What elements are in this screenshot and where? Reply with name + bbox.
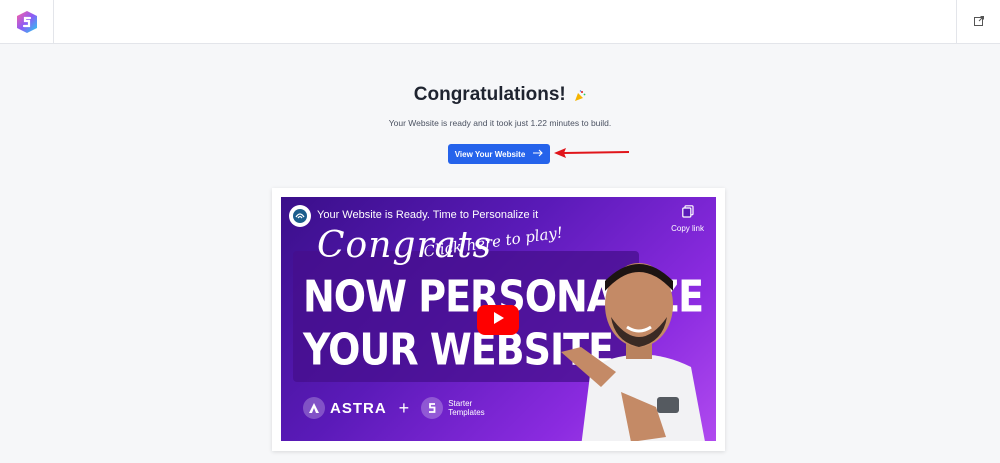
starter-templates-brand-text: Starter Templates: [448, 399, 484, 417]
video-title[interactable]: Your Website is Ready. Time to Personali…: [317, 209, 538, 221]
video-card: Congrats Click here to play! NOW PERSONA…: [272, 188, 725, 451]
starter-templates-mini-logo-icon: [421, 397, 444, 419]
copy-icon: [681, 205, 694, 224]
thumbnail-brand-row: ASTRA + Starter Templates: [303, 397, 485, 419]
play-button[interactable]: [477, 305, 519, 335]
copy-link-button[interactable]: Copy link: [671, 205, 704, 233]
page-title: Congratulations!: [413, 84, 566, 105]
brand2-line1: Starter: [448, 399, 473, 408]
annotation-arrow-icon: [552, 145, 632, 161]
logo-cell[interactable]: [0, 0, 54, 44]
astra-brand-text: ASTRA: [330, 399, 387, 417]
channel-avatar[interactable]: [289, 205, 311, 227]
view-website-label: View Your Website: [454, 149, 526, 159]
copy-link-label: Copy link: [671, 224, 704, 233]
external-link-button[interactable]: [956, 0, 1000, 44]
play-icon: [491, 311, 505, 330]
view-website-button[interactable]: View Your Website: [448, 144, 550, 164]
video-player[interactable]: Congrats Click here to play! NOW PERSONA…: [281, 197, 716, 441]
starter-templates-logo[interactable]: [15, 10, 39, 34]
astra-logo-icon: [303, 397, 325, 419]
presenter-image: [561, 247, 716, 441]
title-row: Congratulations!: [0, 84, 1000, 106]
top-bar: [0, 0, 1000, 44]
external-link-icon: [973, 13, 984, 31]
party-popper-icon: [574, 89, 586, 101]
plus-sign: +: [398, 397, 410, 418]
subtitle: Your Website is ready and it took just 1…: [388, 118, 612, 128]
brand2-line2: Templates: [448, 408, 485, 417]
arrow-right-icon: [533, 149, 544, 159]
